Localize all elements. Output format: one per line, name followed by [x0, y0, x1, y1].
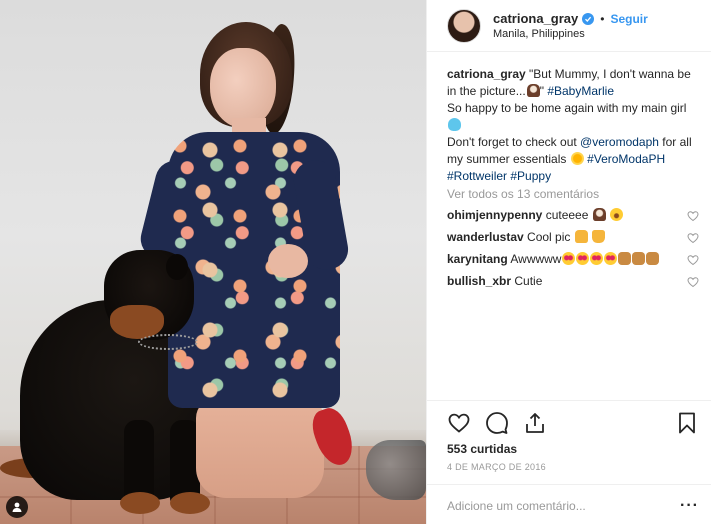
comment-username[interactable]: ohimjennypenny [447, 208, 542, 222]
comment-body: bullish_xbr Cutie [447, 273, 542, 290]
post-header: catriona_gray • Seguir Manila, Philippin… [427, 0, 711, 52]
woman-face [210, 48, 276, 128]
comment-text: cuteeee [545, 208, 589, 222]
woman-hand [268, 244, 308, 278]
post-date[interactable]: 4 DE MARÇO DE 2016 [447, 462, 546, 472]
comment-username[interactable]: wanderlustav [447, 230, 524, 244]
header-username[interactable]: catriona_gray [493, 11, 578, 26]
victory-hand-emoji-icon [592, 230, 606, 243]
hashtag-link[interactable]: #Rottweiler [447, 169, 507, 183]
dog-emoji-icon [618, 252, 632, 265]
dog-paw-right [170, 492, 210, 514]
header-text: catriona_gray • Seguir Manila, Philippin… [493, 11, 648, 40]
action-bar [447, 410, 699, 436]
heart-eyes-emoji-icon [590, 252, 604, 265]
comment-body: ohimjennypenny cuteeee [447, 207, 624, 224]
dog-chain-collar [138, 334, 198, 350]
comment-heart-icon[interactable] [687, 276, 699, 288]
add-comment-input[interactable] [447, 499, 681, 513]
comment-row: wanderlustav Cool pic [447, 228, 699, 247]
comment-text: Cutie [514, 274, 543, 288]
sun-emoji-icon [570, 152, 584, 165]
laughing-emoji-icon [610, 208, 624, 221]
heart-eyes-emoji-icon [604, 252, 618, 265]
verified-badge-icon [582, 12, 595, 25]
caption: catriona_gray "But Mummy, I don't wanna … [447, 66, 699, 185]
instagram-post: catriona_gray • Seguir Manila, Philippin… [0, 0, 711, 524]
no-mouth-emoji-icon [526, 84, 540, 97]
comment-text: Awwwww [510, 252, 562, 266]
avatar[interactable] [447, 8, 481, 43]
divider [427, 400, 711, 401]
hashtag-link[interactable]: #VeroModaPH [587, 152, 665, 166]
no-mouth-emoji-icon [592, 208, 606, 221]
header-separator: • [600, 11, 605, 26]
thumbs-up-emoji-icon [574, 230, 588, 243]
comment-heart-icon[interactable] [687, 210, 699, 222]
likes-count[interactable]: 553 curtidas [447, 442, 517, 456]
divider [427, 484, 711, 485]
comment-username[interactable]: karynitang [447, 252, 508, 266]
comment-body: karynitang Awwwww [447, 251, 660, 268]
heart-icon[interactable] [447, 411, 471, 435]
comment-row: ohimjennypenny cuteeee [447, 206, 699, 225]
blue-heart-emoji-icon [448, 118, 461, 131]
heart-eyes-emoji-icon [576, 252, 590, 265]
location-link[interactable]: Manila, Philippines [493, 28, 648, 40]
add-comment-bar: ··· [447, 494, 699, 518]
heart-eyes-emoji-icon [562, 252, 576, 265]
post-photo[interactable] [0, 0, 426, 524]
comment-row: karynitang Awwwww [447, 250, 699, 269]
hashtag-link[interactable]: #BabyMarlie [547, 84, 614, 98]
view-all-comments-link[interactable]: Ver todos os 13 comentários [447, 186, 699, 203]
more-options-icon[interactable]: ··· [680, 497, 699, 515]
caption-username[interactable]: catriona_gray [447, 67, 526, 81]
comment-username[interactable]: bullish_xbr [447, 274, 511, 288]
comments-section: catriona_gray "But Mummy, I don't wanna … [447, 66, 699, 291]
dog-emoji-icon [632, 252, 646, 265]
follow-button[interactable]: Seguir [610, 12, 647, 26]
caption-text-3: So happy to be home again with my main g… [447, 101, 687, 115]
caption-text-2: " [539, 84, 544, 98]
comment-heart-icon[interactable] [687, 232, 699, 244]
caption-text-4: Don't forget to check out [447, 135, 577, 149]
comment-row: bullish_xbr Cutie [447, 272, 699, 291]
rock [366, 440, 426, 500]
share-icon[interactable] [523, 411, 547, 435]
dog-emoji-icon [646, 252, 660, 265]
dog-paw-left [120, 492, 160, 514]
woman-legs [196, 398, 324, 498]
bookmark-icon[interactable] [675, 411, 699, 435]
dog-ear [166, 254, 188, 280]
mention-link[interactable]: @veromodaph [580, 135, 659, 149]
hashtag-link[interactable]: #Puppy [510, 169, 551, 183]
comment-text: Cool pic [527, 230, 571, 244]
post-sidebar: catriona_gray • Seguir Manila, Philippin… [426, 0, 711, 524]
comment-body: wanderlustav Cool pic [447, 229, 606, 246]
header-line: catriona_gray • Seguir [493, 11, 648, 26]
comment-icon[interactable] [485, 411, 509, 435]
person-tag-icon[interactable] [6, 496, 28, 518]
comment-heart-icon[interactable] [687, 254, 699, 266]
